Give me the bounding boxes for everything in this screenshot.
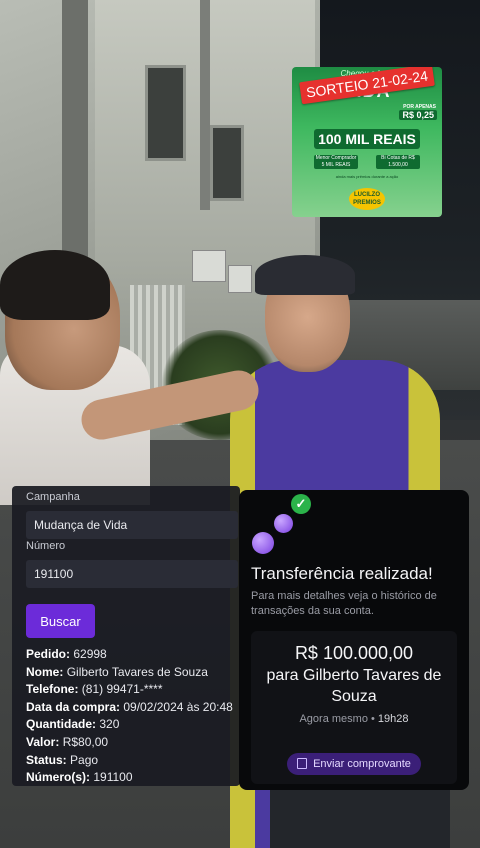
air-conditioner <box>192 250 226 282</box>
promo-price: R$ 0,25 <box>399 110 437 120</box>
detail-value: (81) 99471-**** <box>81 682 163 697</box>
detail-value: 191100 <box>93 770 133 785</box>
detail-value: 62998 <box>73 647 107 661</box>
transfer-recipient: para Gilberto Tavares de Souza <box>266 667 442 705</box>
coin-icon <box>252 532 274 554</box>
detail-row: Quantidade: 320 <box>26 716 240 734</box>
person-left-hair <box>0 250 110 320</box>
detail-label: Valor: <box>26 734 60 749</box>
campaign-select[interactable]: Mudança de Vida <box>26 511 238 539</box>
check-icon: ✓ <box>291 494 311 514</box>
send-receipt-button[interactable]: Enviar comprovante <box>287 753 421 775</box>
detail-value: 09/02/2024 às 20:48 <box>123 699 233 714</box>
detail-row: Data da compra: 09/02/2024 às 20:48 <box>26 699 240 717</box>
pipe <box>200 0 210 210</box>
number-label: Número <box>26 540 66 552</box>
detail-label: Data da compra: <box>26 699 121 714</box>
detail-value: Pago <box>70 752 99 767</box>
search-button[interactable]: Buscar <box>26 604 95 638</box>
raffle-promo-banner: Chegou a hora VIDA SORTEIO 21-02-24 POR … <box>292 67 442 217</box>
promo-prize: 100 MIL REAIS <box>314 129 420 149</box>
time-prefix: Agora mesmo <box>299 713 368 725</box>
order-details: Pedido: 62998 Nome: Gilberto Tavares de … <box>26 646 240 787</box>
window <box>210 125 244 201</box>
detail-row: Telefone: (81) 99471-**** <box>26 681 240 699</box>
transfer-time: Agora mesmo • 19h28 <box>251 713 457 725</box>
transfer-amount: R$ 100.000,00 <box>294 643 414 663</box>
detail-label: Quantidade: <box>26 717 97 732</box>
coin-icon <box>274 514 293 533</box>
send-receipt-label: Enviar comprovante <box>313 758 411 770</box>
transfer-title: Transferência realizada! <box>251 564 433 583</box>
detail-row: Nome: Gilberto Tavares de Souza <box>26 664 240 682</box>
window <box>145 65 186 161</box>
promo-fine-print: ainda mais prêmios durante a ação <box>335 174 399 179</box>
receipt-icon <box>297 757 308 769</box>
person-right-cap <box>255 255 355 295</box>
ticket-lookup-panel: Campanha Mudança de Vida Número 191100 B… <box>12 486 240 786</box>
campaign-label: Campanha <box>26 491 80 503</box>
detail-label: Status: <box>26 752 67 767</box>
detail-row: Pedido: 62998 <box>26 646 240 664</box>
detail-value: 320 <box>99 717 120 732</box>
transfer-summary: R$ 100.000,00 para Gilberto Tavares de S… <box>251 631 457 784</box>
promo-box-left: Menor Comprador 5 MIL REAIS <box>314 155 358 169</box>
detail-value: R$80,00 <box>62 734 109 749</box>
number-input[interactable]: 191100 <box>26 560 238 588</box>
air-conditioner <box>228 265 252 293</box>
detail-label: Nome: <box>26 664 64 679</box>
transfer-subtitle: Para mais detalhes veja o histórico de t… <box>251 590 437 617</box>
detail-label: Número(s): <box>26 770 91 785</box>
promo-box-right: Bi Cotas de R$ 1.500,00 <box>376 155 420 169</box>
detail-row: Valor: R$80,00 <box>26 734 240 752</box>
detail-value: Gilberto Tavares de Souza <box>66 664 208 679</box>
promo-logo: LUCILZO PREMIOS <box>349 188 385 210</box>
detail-row: Status: Pago <box>26 752 240 770</box>
detail-row: Número(s): 191100 <box>26 769 240 787</box>
detail-label: Pedido: <box>26 647 70 661</box>
transfer-confirmation-card: ✓ Transferência realizada! Para mais det… <box>239 490 469 790</box>
time-separator: • <box>367 713 378 725</box>
time-value: 19h28 <box>377 713 409 725</box>
detail-label: Telefone: <box>26 682 79 697</box>
